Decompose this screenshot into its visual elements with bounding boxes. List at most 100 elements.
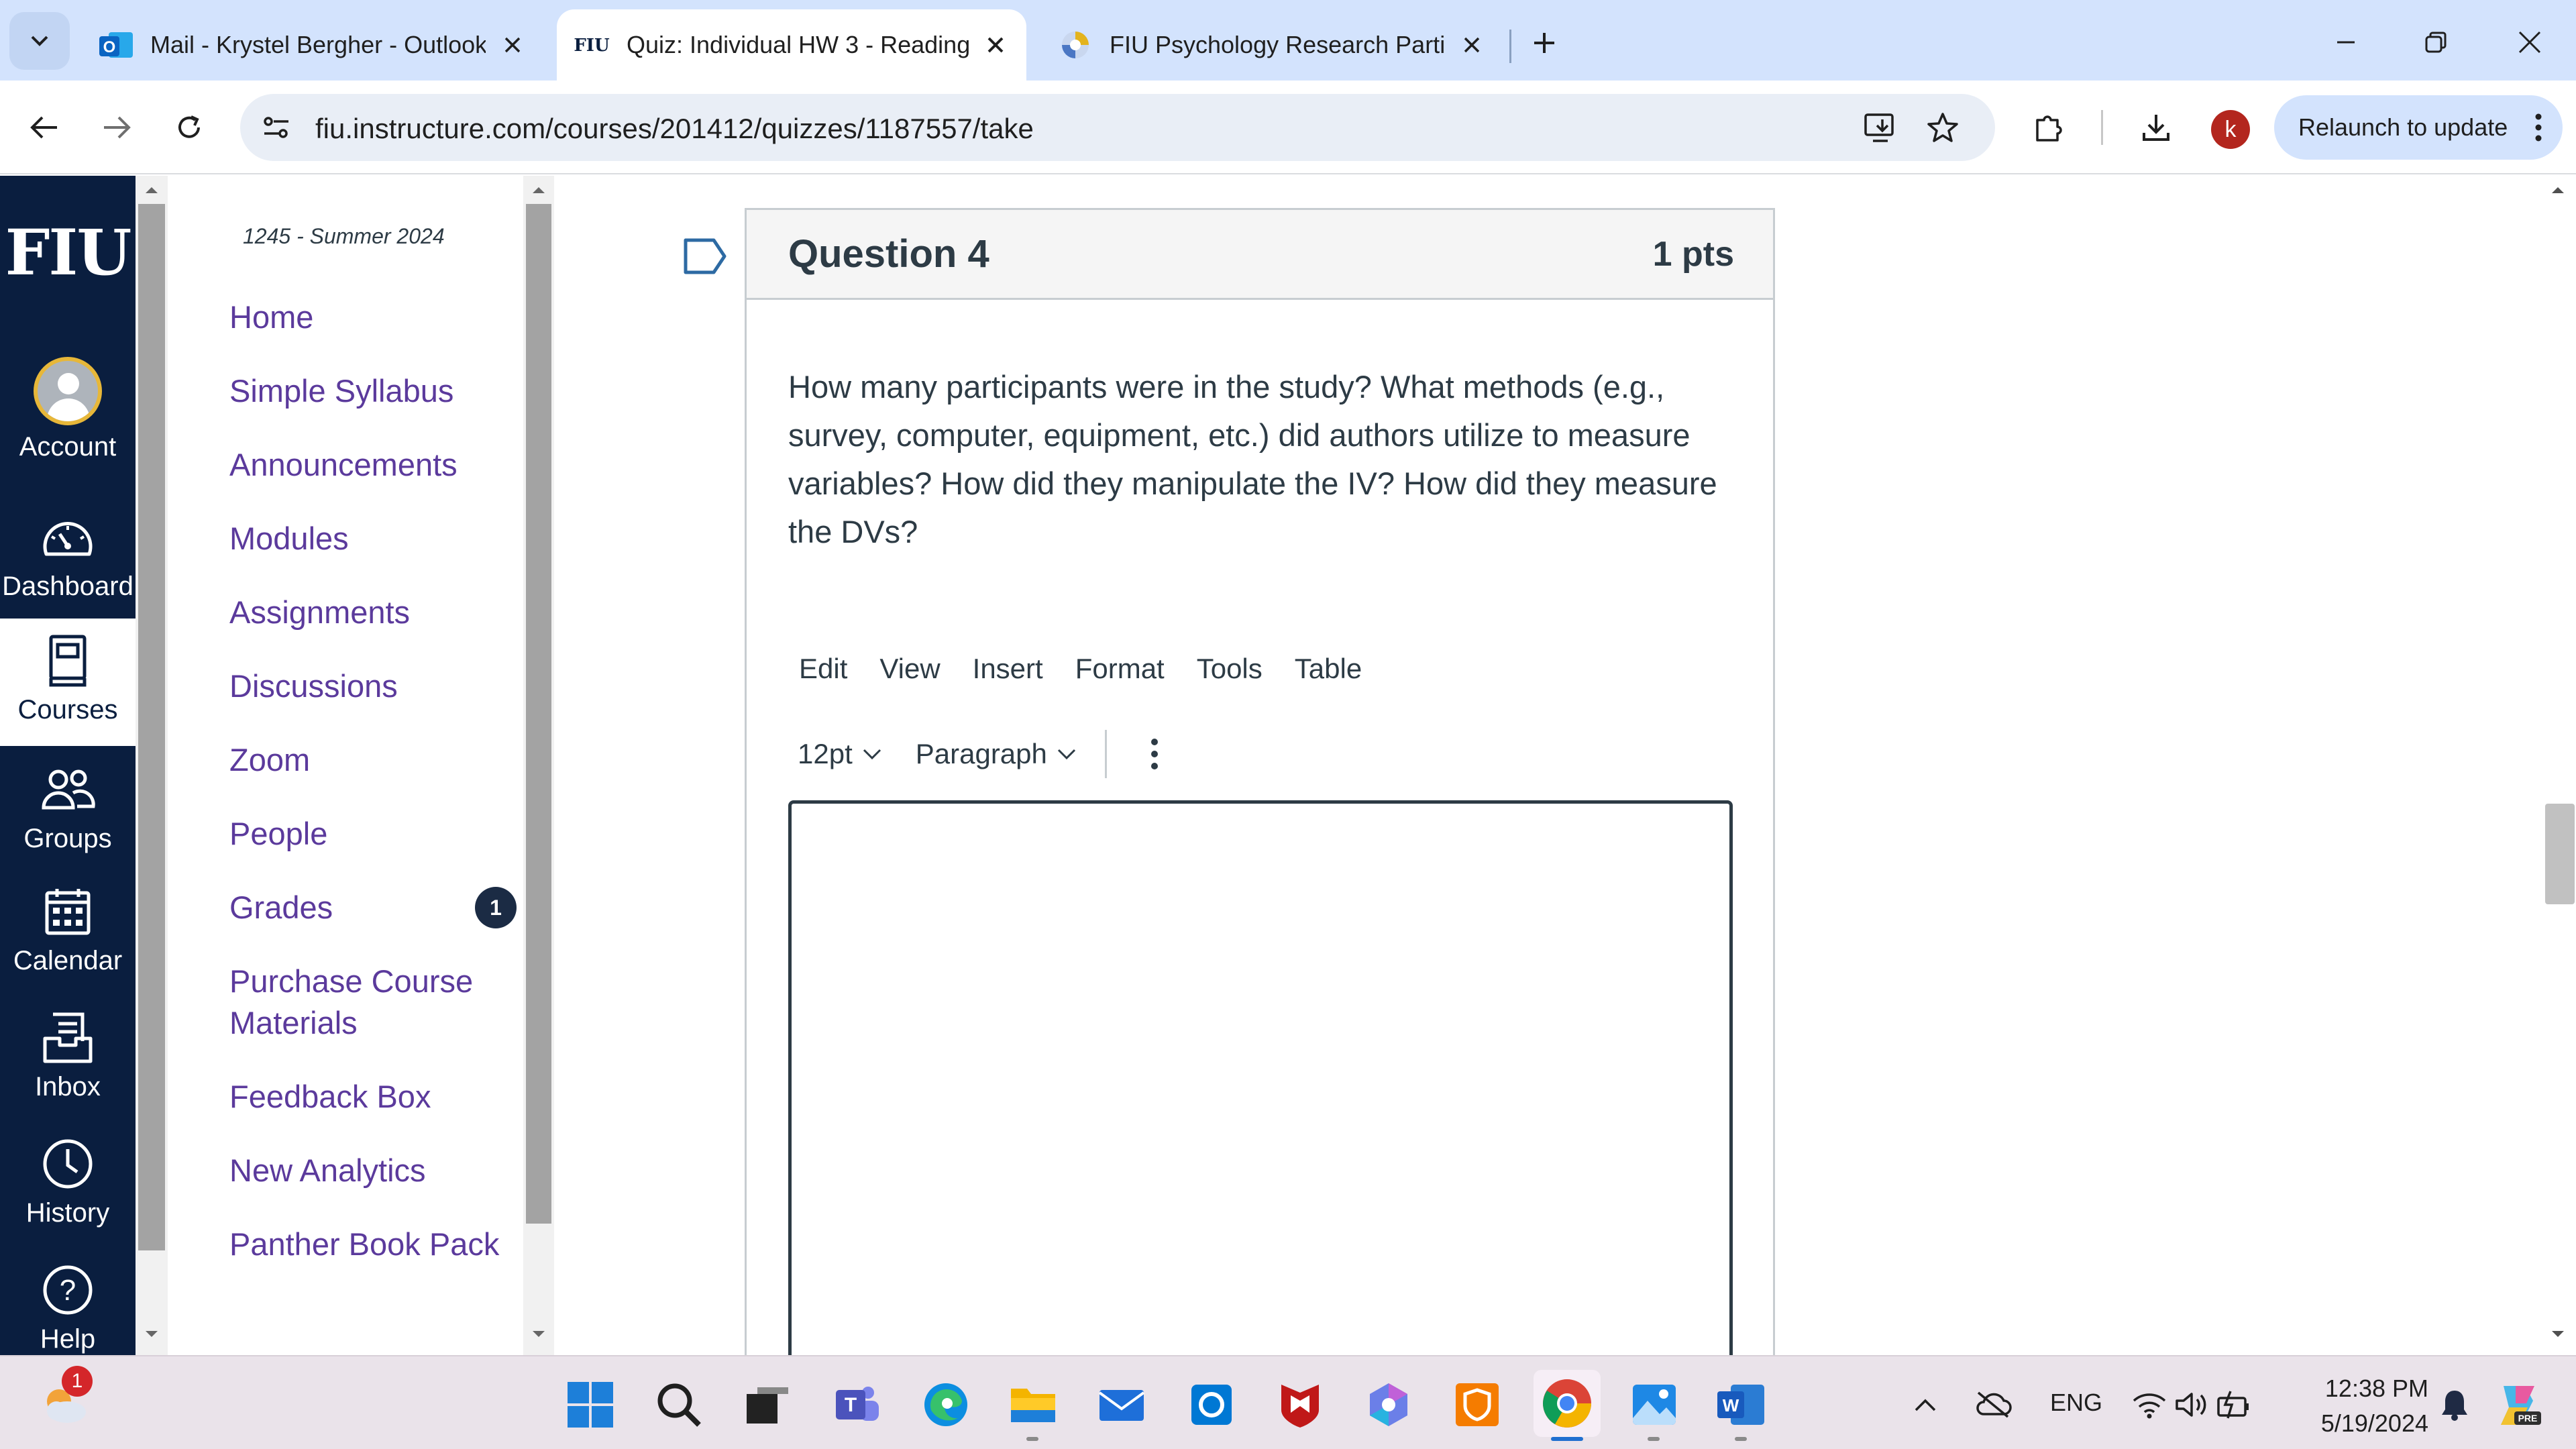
chevron-down-icon: [31, 36, 48, 46]
forward-button[interactable]: [91, 102, 142, 153]
font-size-value: 12pt: [798, 738, 853, 769]
fiu-logo[interactable]: FIU: [0, 216, 136, 290]
scrollbar-thumb[interactable]: [2545, 804, 2575, 904]
answer-editor[interactable]: [788, 800, 1733, 1356]
copilot-icon[interactable]: [1359, 1375, 1418, 1434]
tab-quiz[interactable]: FIU Quiz: Individual HW 3 - Reading: [557, 9, 1026, 80]
svg-text:T: T: [845, 1394, 857, 1416]
more-toolbar-options-icon[interactable]: [1150, 737, 1159, 771]
search-icon[interactable]: [649, 1375, 708, 1434]
close-icon[interactable]: [1458, 32, 1485, 58]
teams-icon[interactable]: T: [828, 1375, 887, 1434]
task-view-icon[interactable]: [738, 1375, 797, 1434]
tab-search-button[interactable]: [9, 12, 70, 70]
course-nav-zoom[interactable]: Zoom: [229, 739, 511, 781]
more-options-icon[interactable]: [2534, 111, 2542, 144]
course-nav-panther-book-pack[interactable]: Panther Book Pack: [229, 1224, 511, 1265]
course-nav-assignments[interactable]: Assignments: [229, 592, 511, 633]
extensions-puzzle-icon[interactable]: [2026, 105, 2072, 150]
global-nav-inbox[interactable]: Inbox: [0, 1008, 136, 1128]
site-info-icon[interactable]: [258, 109, 295, 146]
scroll-up-arrow-icon[interactable]: [529, 180, 549, 200]
volume-icon[interactable]: [2171, 1375, 2214, 1434]
course-nav-modules[interactable]: Modules: [229, 518, 511, 559]
edge-icon[interactable]: [916, 1375, 975, 1434]
course-nav-simple-syllabus[interactable]: Simple Syllabus: [229, 370, 511, 412]
course-nav-feedback-box[interactable]: Feedback Box: [229, 1076, 511, 1118]
page-scrollbar[interactable]: [2538, 176, 2576, 1356]
star-bookmark-icon[interactable]: [1924, 109, 1962, 146]
global-nav-calendar[interactable]: Calendar: [0, 881, 136, 1002]
copilot-preview-icon[interactable]: PRE: [2489, 1375, 2548, 1434]
menu-format[interactable]: Format: [1075, 653, 1165, 685]
address-bar[interactable]: fiu.instructure.com/courses/201412/quizz…: [240, 94, 1995, 161]
restore-icon: [2425, 32, 2447, 53]
menu-tools[interactable]: Tools: [1197, 653, 1263, 685]
global-nav-history[interactable]: History: [0, 1134, 136, 1254]
menu-table[interactable]: Table: [1295, 653, 1362, 685]
language-indicator[interactable]: ENG: [2050, 1389, 2102, 1417]
course-nav-discussions[interactable]: Discussions: [229, 665, 511, 707]
global-nav-groups[interactable]: Groups: [0, 759, 136, 880]
global-nav-dashboard[interactable]: Dashboard: [0, 507, 136, 628]
photos-icon[interactable]: [1625, 1375, 1684, 1434]
scroll-up-arrow-icon[interactable]: [142, 180, 162, 200]
windows-start-icon[interactable]: [561, 1375, 620, 1434]
downloads-icon[interactable]: [2133, 105, 2179, 150]
course-nav-new-analytics[interactable]: New Analytics: [229, 1150, 511, 1191]
notification-bell-icon[interactable]: [2431, 1375, 2478, 1434]
course-nav-grades[interactable]: Grades: [229, 887, 511, 928]
course-nav-announcements[interactable]: Announcements: [229, 444, 511, 486]
mcafee-icon[interactable]: [1271, 1375, 1330, 1434]
scrollbar-thumb[interactable]: [138, 204, 165, 1250]
battery-charging-icon[interactable]: [2212, 1375, 2255, 1434]
minimize-button[interactable]: [2322, 19, 2369, 66]
show-hidden-icons-chevron-up-icon[interactable]: [1905, 1375, 1945, 1434]
help-question-icon: ?: [38, 1260, 98, 1320]
cortana-icon[interactable]: [1182, 1375, 1241, 1434]
course-nav-purchase-course-materials[interactable]: Purchase Course Materials: [229, 961, 511, 1044]
tab-sona[interactable]: FIU Psychology Research Partici: [1033, 9, 1503, 80]
system-clock[interactable]: 12:38 PM 5/19/2024: [2281, 1371, 2428, 1441]
menu-insert[interactable]: Insert: [973, 653, 1043, 685]
weather-notification-badge: 1: [62, 1366, 93, 1397]
course-nav-home[interactable]: Home: [229, 297, 511, 338]
tab-title: Quiz: Individual HW 3 - Reading: [627, 31, 969, 58]
global-nav-courses[interactable]: Courses: [0, 619, 136, 746]
global-nav-help[interactable]: ? Help: [0, 1260, 136, 1356]
restore-button[interactable]: [2412, 19, 2459, 66]
install-app-icon[interactable]: [1862, 109, 1900, 146]
close-window-button[interactable]: [2506, 19, 2553, 66]
global-nav-scrollbar[interactable]: [136, 176, 168, 1356]
mail-icon[interactable]: [1092, 1375, 1151, 1434]
font-size-dropdown[interactable]: 12pt: [798, 738, 882, 770]
flag-question-icon[interactable]: [683, 237, 727, 275]
scroll-down-arrow-icon[interactable]: [142, 1324, 162, 1344]
new-tab-button[interactable]: [1524, 23, 1564, 63]
scroll-down-arrow-icon[interactable]: [2548, 1324, 2568, 1344]
reload-button[interactable]: [164, 102, 215, 153]
arrow-left-icon: [30, 116, 57, 139]
scrollbar-thumb[interactable]: [526, 204, 551, 1224]
scroll-up-arrow-icon[interactable]: [2548, 180, 2568, 200]
menu-edit[interactable]: Edit: [799, 653, 847, 685]
word-icon[interactable]: W: [1712, 1375, 1771, 1434]
course-nav-scrollbar[interactable]: [523, 176, 554, 1356]
chrome-icon[interactable]: [1534, 1370, 1601, 1437]
scroll-down-arrow-icon[interactable]: [529, 1324, 549, 1344]
close-icon[interactable]: [499, 32, 526, 58]
onedrive-offline-icon[interactable]: [1970, 1375, 2017, 1434]
tab-divider: [1509, 30, 1511, 63]
close-icon[interactable]: [982, 32, 1009, 58]
menu-view[interactable]: View: [879, 653, 940, 685]
relaunch-to-update-button[interactable]: Relaunch to update: [2274, 95, 2563, 160]
global-nav-account[interactable]: Account: [0, 357, 136, 478]
security-shield-icon[interactable]: [1448, 1375, 1507, 1434]
tab-outlook-mail[interactable]: O Mail - Krystel Bergher - Outlook: [74, 9, 557, 80]
file-explorer-icon[interactable]: [1004, 1375, 1063, 1434]
block-format-dropdown[interactable]: Paragraph: [916, 738, 1077, 770]
back-button[interactable]: [19, 102, 70, 153]
wifi-icon[interactable]: [2128, 1375, 2171, 1434]
profile-avatar[interactable]: k: [2211, 110, 2250, 149]
course-nav-people[interactable]: People: [229, 813, 511, 855]
